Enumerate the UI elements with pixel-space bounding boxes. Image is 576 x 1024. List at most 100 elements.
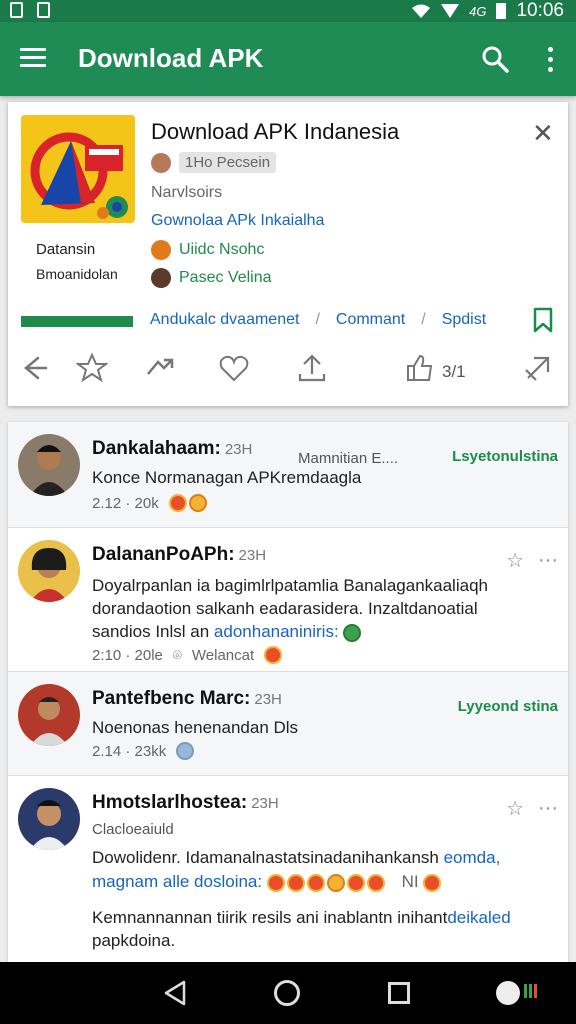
post-stats: 2.14 · 23kk xyxy=(92,742,196,760)
post-location: Welancat xyxy=(191,646,255,664)
post-subtitle: Clacloeaiuld xyxy=(92,821,174,838)
post-stats: 2.12 · 20k xyxy=(92,494,209,513)
emoji-icon xyxy=(423,873,442,892)
follow-button[interactable]: Lsyetonulstina xyxy=(452,448,558,465)
star-add-icon[interactable]: ☆ xyxy=(506,796,524,821)
emoji-icon xyxy=(168,494,187,513)
more-icon[interactable]: ··· xyxy=(538,797,558,820)
meta-line: Narvlsoirs xyxy=(151,184,223,201)
post-link[interactable]: adonhananiniris: xyxy=(214,622,339,641)
app-bar: Download APK xyxy=(0,22,576,96)
battery-icon xyxy=(496,3,507,19)
avatar[interactable] xyxy=(18,788,80,850)
post-stats: 2:10 · 20le ⌾ Welancat xyxy=(92,646,284,664)
comment-feed: Dankalahaam: 23H Mamnitian E.... Lsyetonu… xyxy=(8,422,568,972)
emoji-icon xyxy=(343,623,362,642)
status-badge: 1Ho Pecsein xyxy=(179,152,277,173)
status-indicators: 4G 10:06 xyxy=(411,0,564,22)
post-text: Dowolidenr. Idamanalnastatsinadanihankan… xyxy=(92,848,501,867)
app-card: Download APK Indanesia ✕ 1Ho Pecsein Nar… xyxy=(8,102,568,406)
location-icon: ⌾ xyxy=(172,646,182,664)
list-item[interactable]: Hmotslarlhostea: 23H ☆ ··· Clacloeaiuld D… xyxy=(8,776,568,972)
star-add-icon[interactable]: ☆ xyxy=(506,548,524,573)
more-icon[interactable]: ··· xyxy=(538,549,558,572)
separator: / xyxy=(315,311,320,328)
card-actions: 3/1 xyxy=(8,352,568,392)
card-links: Andukalc dvaamenet / Commant / Spdist xyxy=(150,311,486,329)
user-name: Pasec Velina xyxy=(179,269,272,286)
side-label: Datansin xyxy=(36,241,96,258)
emoji-icon xyxy=(286,873,305,892)
bookmark-icon[interactable] xyxy=(532,307,554,333)
emoji-icon xyxy=(264,646,283,664)
share-icon[interactable] xyxy=(144,352,178,386)
post-text: Konce Normanagan APKremdaagla xyxy=(92,468,362,487)
post-text: Doyalrpanlan ia bagimlrlpatamlia Banalag… xyxy=(92,576,488,595)
recents-icon[interactable] xyxy=(388,982,410,1004)
heart-icon[interactable] xyxy=(218,352,252,386)
app-link[interactable]: Gownolaa APk Inkaialha xyxy=(151,212,324,230)
tag-icon[interactable] xyxy=(522,352,556,386)
post-author[interactable]: Pantefbenc Marc: 23H xyxy=(92,688,282,710)
post-tools: ☆ ··· xyxy=(506,548,558,573)
notification-icon xyxy=(37,2,50,18)
avatar[interactable] xyxy=(18,434,80,496)
post-author[interactable]: Dankalahaam: 23H xyxy=(92,438,252,460)
like-count: 3/1 xyxy=(442,362,466,381)
close-icon[interactable]: ✕ xyxy=(532,118,554,149)
avatar xyxy=(151,152,171,173)
network-type: 4G xyxy=(469,3,487,19)
back-icon[interactable] xyxy=(162,980,188,1006)
status-bar: 4G 10:06 xyxy=(0,0,576,22)
home-icon[interactable] xyxy=(274,980,300,1006)
emoji-icon xyxy=(326,873,345,892)
emoji-icon xyxy=(188,494,207,513)
download-progress xyxy=(21,316,133,327)
avatar[interactable] xyxy=(18,684,80,746)
notification-icon xyxy=(10,2,23,18)
link-spdist[interactable]: Spdist xyxy=(442,311,486,329)
post-meta: Mamnitian E.... xyxy=(298,450,399,467)
app-logo[interactable] xyxy=(21,115,135,223)
post-text: dorandaotion salkanh eadarasidera. Inzal… xyxy=(92,599,478,618)
wifi-icon xyxy=(412,4,431,18)
emoji-icon xyxy=(266,873,285,892)
status-time: 10:06 xyxy=(516,0,564,21)
post-link[interactable]: magnam alle dosloina: xyxy=(92,872,262,891)
follow-button[interactable]: Lyyeond stina xyxy=(458,698,558,715)
search-icon[interactable] xyxy=(480,44,510,74)
emoji-icon xyxy=(176,742,195,760)
user-row[interactable]: Pasec Velina xyxy=(151,268,272,288)
post-text: papkdoina. xyxy=(92,931,176,950)
star-icon[interactable] xyxy=(75,352,110,386)
assistant-icon[interactable] xyxy=(496,980,554,1006)
meta-pill-row: 1Ho Pecsein xyxy=(151,152,277,173)
post-text: Noenonas henenandan Dls xyxy=(92,718,299,737)
upload-icon[interactable] xyxy=(296,352,330,386)
side-label: Bmoanidolan xyxy=(36,266,118,282)
avatar xyxy=(151,268,171,288)
more-options-icon[interactable] xyxy=(538,44,562,74)
user-name: Uiidc Nsohc xyxy=(179,241,265,258)
app-title: Download APK xyxy=(78,43,264,73)
link-download[interactable]: Andukalc dvaamenet xyxy=(150,311,299,329)
list-item[interactable]: Dankalahaam: 23H Mamnitian E.... Lsyetonu… xyxy=(8,422,568,528)
post-author[interactable]: Hmotslarlhostea: 23H xyxy=(92,792,279,814)
menu-icon[interactable] xyxy=(20,48,46,68)
app-card-title: Download APK Indanesia xyxy=(151,119,400,144)
post-text: magnam alle dosloina: NI xyxy=(92,870,443,893)
emoji-icon xyxy=(306,873,325,892)
thumbs-up-icon[interactable] xyxy=(404,352,438,386)
post-tools: ☆ ··· xyxy=(506,796,558,821)
post-author[interactable]: DalananPoAPh: 23H xyxy=(92,544,266,566)
link-comment[interactable]: Commant xyxy=(336,311,405,329)
list-item[interactable]: Pantefbenc Marc: 23H Lyyeond stina Noenon… xyxy=(8,672,568,776)
list-item[interactable]: DalananPoAPh: 23H ☆ ··· Doyalrpanlan ia b… xyxy=(8,528,568,672)
avatar[interactable] xyxy=(18,540,80,602)
avatar xyxy=(151,240,171,260)
post-text: sandios Inlsl an adonhananiniris: xyxy=(92,620,363,643)
emoji-icon xyxy=(366,873,385,892)
system-nav-bar xyxy=(0,962,576,1024)
back-arrow-icon[interactable] xyxy=(18,352,52,386)
user-row[interactable]: Uiidc Nsohc xyxy=(151,240,264,260)
